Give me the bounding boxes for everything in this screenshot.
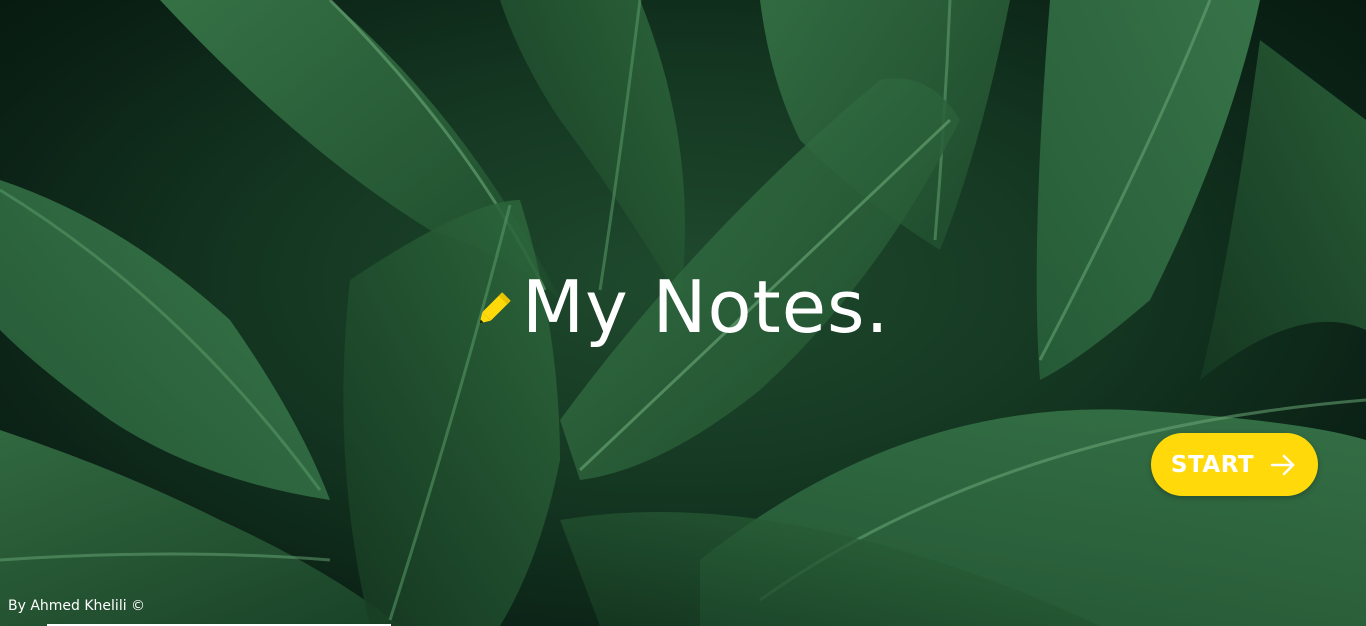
arrow-right-icon bbox=[1270, 454, 1295, 475]
app-title: My Notes. bbox=[522, 265, 890, 349]
start-button-label: START bbox=[1170, 451, 1255, 478]
app-title-group: My Notes. bbox=[470, 262, 889, 352]
author-credit: By Ahmed Khelili © bbox=[8, 598, 146, 614]
landing-page: My Notes. START By Ahmed Khelili © bbox=[0, 0, 1366, 626]
start-button[interactable]: START bbox=[1151, 433, 1318, 496]
pencil-icon bbox=[479, 292, 511, 324]
